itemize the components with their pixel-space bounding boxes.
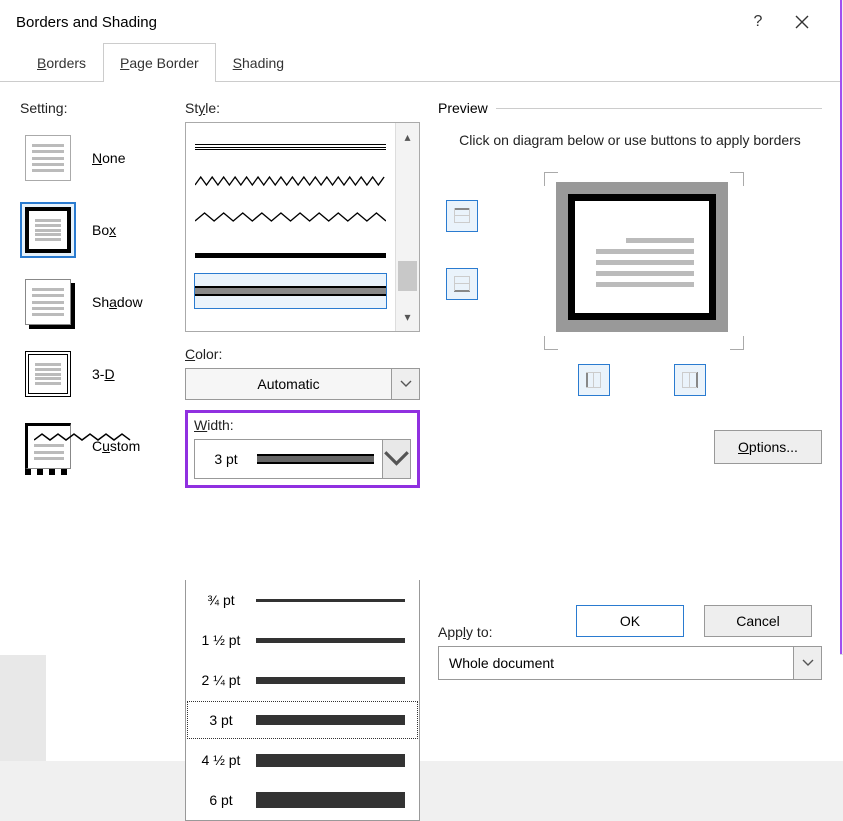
style-section: Style: ▴ ▾ [185, 100, 420, 488]
setting-option-shadow[interactable] [20, 274, 76, 330]
apply-to-dropdown-button[interactable] [793, 647, 821, 679]
borders-and-shading-dialog: Borders and Shading ? Borders Page Borde… [0, 0, 840, 655]
titlebar: Borders and Shading ? [0, 0, 840, 44]
style-item-thick-solid[interactable] [194, 237, 387, 273]
width-dropdown-list[interactable]: ¾ pt 1 ½ pt 2 ¼ pt 3 pt 4 ½ pt 6 pt [185, 580, 420, 821]
setting-option-none-label: None [92, 150, 125, 166]
style-item-zigzag-small[interactable] [194, 165, 387, 201]
options-button[interactable]: Options... [714, 430, 822, 464]
scroll-up-icon[interactable]: ▴ [396, 123, 419, 151]
color-dropdown-button[interactable] [391, 369, 419, 399]
preview-corner-guide [730, 336, 744, 350]
border-bottom-toggle[interactable] [446, 268, 478, 300]
style-list[interactable]: ▴ ▾ [185, 122, 420, 332]
width-option[interactable]: 4 ½ pt [186, 740, 419, 780]
setting-label: Setting: [20, 100, 180, 116]
width-combo[interactable]: 3 pt [194, 439, 411, 479]
preview-section: Preview Click on diagram below or use bu… [438, 100, 822, 680]
width-option[interactable]: 2 ¼ pt [186, 660, 419, 700]
color-value: Automatic [186, 376, 391, 392]
tab-page-border[interactable]: Page Border [103, 43, 216, 81]
style-item-gradient-bar[interactable] [194, 273, 387, 309]
width-value: 3 pt [195, 451, 257, 467]
help-button[interactable]: ? [736, 0, 780, 44]
style-item-triple-line[interactable] [194, 129, 387, 165]
setting-option-3d[interactable] [20, 346, 76, 402]
setting-option-3d-label: 3-D [92, 366, 115, 382]
apply-to-combo[interactable]: Whole document [438, 646, 822, 680]
width-option[interactable]: 3 pt [186, 700, 419, 740]
setting-option-box[interactable] [20, 202, 76, 258]
setting-option-shadow-label: Shadow [92, 294, 143, 310]
scroll-thumb[interactable] [398, 261, 417, 291]
style-scrollbar[interactable]: ▴ ▾ [395, 123, 419, 331]
tab-borders[interactable]: Borders [20, 43, 103, 81]
border-right-toggle[interactable] [674, 364, 706, 396]
width-section-highlight: Width: 3 pt [185, 410, 420, 488]
scroll-down-icon[interactable]: ▾ [396, 303, 419, 331]
width-label: Width: [194, 417, 411, 433]
setting-section: Setting: None Box Shadow [20, 100, 180, 482]
ok-button[interactable]: OK [576, 605, 684, 637]
border-top-toggle[interactable] [446, 200, 478, 232]
style-label: Style: [185, 100, 420, 116]
cancel-button[interactable]: Cancel [704, 605, 812, 637]
tab-bar: Borders Page Border Shading [0, 44, 840, 82]
setting-option-box-label: Box [92, 222, 116, 238]
preview-page-text-icon [596, 232, 694, 293]
preview-label: Preview [438, 100, 496, 116]
setting-option-none[interactable] [20, 130, 76, 186]
dialog-title: Borders and Shading [16, 14, 157, 31]
color-label: Color: [185, 346, 420, 362]
border-left-toggle[interactable] [578, 364, 610, 396]
preview-corner-guide [730, 172, 744, 186]
preview-hint: Click on diagram below or use buttons to… [438, 132, 822, 148]
width-option[interactable]: ¾ pt [186, 580, 419, 620]
width-option[interactable]: 6 pt [186, 780, 419, 820]
color-combo[interactable]: Automatic [185, 368, 420, 400]
preview-corner-guide [544, 336, 558, 350]
preview-page[interactable] [556, 182, 728, 332]
close-button[interactable] [780, 0, 824, 44]
width-option[interactable]: 1 ½ pt [186, 620, 419, 660]
tab-shading[interactable]: Shading [216, 43, 301, 81]
apply-to-value: Whole document [439, 655, 793, 671]
width-dropdown-button[interactable] [382, 440, 410, 478]
setting-option-custom[interactable] [20, 418, 76, 474]
style-item-zigzag-large[interactable] [194, 201, 387, 237]
